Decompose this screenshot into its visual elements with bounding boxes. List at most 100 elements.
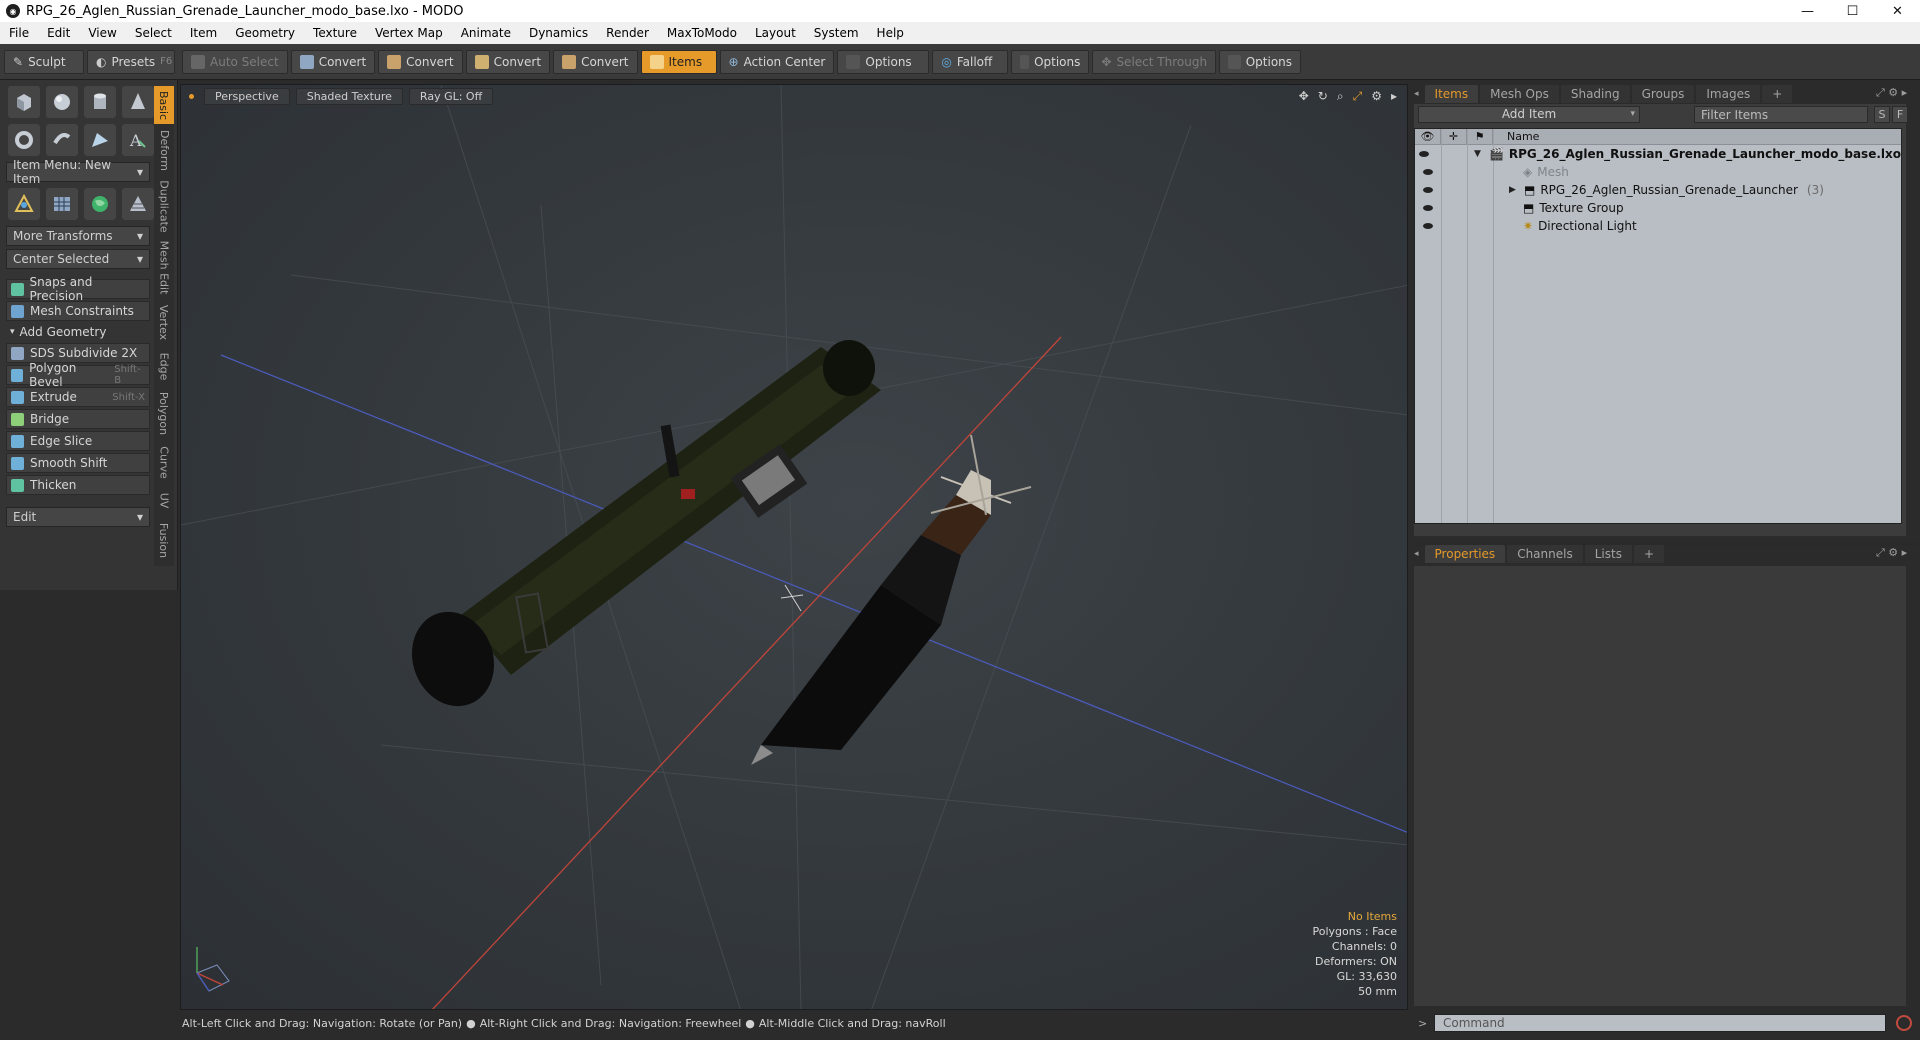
menu-system[interactable]: System bbox=[805, 26, 868, 40]
filter-f-button[interactable]: F bbox=[1892, 106, 1908, 123]
panel-menu-icon[interactable]: ◂ bbox=[1414, 89, 1419, 99]
pen-icon[interactable] bbox=[84, 124, 116, 156]
sculpt-button[interactable]: ✎ Sculpt bbox=[4, 49, 84, 74]
select-through-button[interactable]: ✥ Select Through bbox=[1092, 49, 1217, 74]
cylinder-icon[interactable] bbox=[84, 86, 116, 118]
3d-viewport[interactable]: Perspective Shaded Texture Ray GL: Off ✥… bbox=[180, 84, 1408, 1010]
perspective-button[interactable]: Perspective bbox=[204, 88, 290, 105]
menu-view[interactable]: View bbox=[79, 26, 125, 40]
panel-expand-icon[interactable]: ⤢ ⚙ ▸ bbox=[1876, 86, 1907, 100]
tab-groups[interactable]: Groups bbox=[1631, 85, 1695, 103]
menu-select[interactable]: Select bbox=[126, 26, 181, 40]
triangle-down-icon[interactable]: ▼ bbox=[1474, 149, 1484, 159]
eye-icon[interactable] bbox=[1415, 169, 1441, 175]
add-tab-button[interactable]: + bbox=[1762, 85, 1793, 103]
tab-images[interactable]: Images bbox=[1696, 85, 1761, 103]
tab-mesh-edit[interactable]: Mesh Edit bbox=[154, 238, 174, 296]
visibility-column-icon[interactable]: 👁 bbox=[1415, 128, 1441, 145]
menu-edit[interactable]: Edit bbox=[38, 26, 79, 40]
tab-edge[interactable]: Edge bbox=[154, 348, 174, 384]
add-geometry-section[interactable]: ▾ Add Geometry bbox=[6, 323, 150, 341]
gear-icon[interactable]: ⚙ bbox=[1371, 89, 1382, 104]
select-options-button[interactable]: Options bbox=[1219, 49, 1302, 74]
falloff-options-button[interactable]: Options bbox=[1011, 49, 1090, 74]
convert-polygons-button[interactable]: Convert bbox=[465, 49, 551, 74]
triangle-right-icon[interactable]: ▶ bbox=[1509, 185, 1519, 195]
render-column-icon[interactable]: ⚑ bbox=[1467, 128, 1493, 145]
eye-icon[interactable] bbox=[1415, 223, 1441, 229]
menu-layout[interactable]: Layout bbox=[746, 26, 805, 40]
eye-icon[interactable] bbox=[1415, 205, 1441, 211]
convert-edges-button[interactable]: Convert bbox=[378, 49, 463, 74]
extrude-button[interactable]: Extrude Shift-X bbox=[6, 387, 150, 407]
sds-subdivide-button[interactable]: SDS Subdivide 2X bbox=[6, 343, 150, 363]
tree-row-mesh[interactable]: ◈ Mesh bbox=[1415, 163, 1901, 181]
tab-mesh-ops[interactable]: Mesh Ops bbox=[1480, 85, 1559, 103]
tree-row-light[interactable]: ✷ Directional Light bbox=[1415, 217, 1901, 235]
cone-icon[interactable] bbox=[122, 86, 154, 118]
falloff-button[interactable]: ◎ Falloff bbox=[932, 49, 1009, 74]
sphere-icon[interactable] bbox=[46, 86, 78, 118]
thicken-button[interactable]: Thicken bbox=[6, 475, 150, 495]
stack-icon[interactable] bbox=[122, 188, 154, 220]
tree-row-texture-group[interactable]: ⬒ Texture Group bbox=[1415, 199, 1901, 217]
maximize-button[interactable]: ☐ bbox=[1830, 0, 1875, 22]
tab-curve[interactable]: Curve bbox=[154, 442, 174, 482]
panel-expand-icon[interactable]: ⤢ ⚙ ▸ bbox=[1876, 546, 1907, 560]
raygl-button[interactable]: Ray GL: Off bbox=[408, 88, 494, 105]
name-column-header[interactable]: Name bbox=[1493, 130, 1539, 143]
panel-menu-icon[interactable]: ◂ bbox=[1414, 549, 1419, 559]
add-item-dropdown[interactable]: Add Item ▾ bbox=[1418, 105, 1640, 123]
snaps-precision-button[interactable]: Snaps and Precision bbox=[6, 275, 150, 303]
action-center-options-button[interactable]: Options bbox=[837, 49, 930, 74]
filter-s-button[interactable]: S bbox=[1874, 106, 1890, 123]
pan-icon[interactable]: ✥ bbox=[1299, 89, 1309, 104]
menu-help[interactable]: Help bbox=[868, 26, 913, 40]
menu-texture[interactable]: Texture bbox=[304, 26, 366, 40]
tab-properties[interactable]: Properties bbox=[1424, 545, 1506, 563]
lock-column-icon[interactable]: ✛ bbox=[1441, 128, 1467, 145]
convert-items-button[interactable]: Convert bbox=[553, 49, 638, 74]
capsule-icon[interactable] bbox=[46, 124, 78, 156]
tab-channels[interactable]: Channels bbox=[1507, 545, 1583, 563]
grid-icon[interactable] bbox=[46, 188, 78, 220]
eye-icon[interactable] bbox=[1415, 187, 1441, 193]
menu-vertex-map[interactable]: Vertex Map bbox=[366, 26, 452, 40]
menu-animate[interactable]: Animate bbox=[452, 26, 520, 40]
tree-row-scene[interactable]: ▼ 🎬 RPG_26_Aglen_Russian_Grenade_Launche… bbox=[1415, 145, 1901, 163]
shading-mode-button[interactable]: Shaded Texture bbox=[295, 88, 403, 105]
items-mode-button[interactable]: Items bbox=[640, 49, 717, 74]
presets-button[interactable]: ◐ Presets F6 bbox=[87, 49, 175, 74]
tab-lists[interactable]: Lists bbox=[1584, 545, 1632, 563]
transform-icon[interactable] bbox=[8, 188, 40, 220]
expand-arrow-icon[interactable]: ▸ bbox=[1391, 89, 1397, 104]
action-center-button[interactable]: ⊕ Action Center bbox=[719, 49, 835, 74]
more-transforms-dropdown[interactable]: More Transforms ▾ bbox=[6, 226, 150, 246]
eye-icon[interactable] bbox=[1415, 151, 1433, 157]
bridge-button[interactable]: Bridge bbox=[6, 409, 150, 429]
torus-icon[interactable] bbox=[8, 124, 40, 156]
smooth-shift-button[interactable]: Smooth Shift bbox=[6, 453, 150, 473]
add-tab-button[interactable]: + bbox=[1633, 545, 1665, 563]
fit-icon[interactable]: ⤢ bbox=[1353, 89, 1363, 104]
auto-select-button[interactable]: Auto Select bbox=[182, 49, 288, 74]
menu-geometry[interactable]: Geometry bbox=[226, 26, 304, 40]
menu-maxtomodo[interactable]: MaxToModo bbox=[658, 26, 746, 40]
zoom-icon[interactable]: ⌕ bbox=[1337, 89, 1344, 104]
tab-vertex[interactable]: Vertex bbox=[154, 300, 174, 344]
record-icon[interactable] bbox=[1896, 1015, 1912, 1031]
globe-icon[interactable] bbox=[84, 188, 116, 220]
tree-row-group[interactable]: ▶ ⬒ RPG_26_Aglen_Russian_Grenade_Launche… bbox=[1415, 181, 1901, 199]
convert-vertices-button[interactable]: Convert bbox=[290, 49, 376, 74]
tab-deform[interactable]: Deform bbox=[154, 126, 174, 174]
menu-item[interactable]: Item bbox=[181, 26, 226, 40]
filter-items-input[interactable]: Filter Items bbox=[1694, 106, 1868, 123]
polygon-bevel-button[interactable]: Polygon Bevel Shift-B bbox=[6, 361, 150, 389]
tab-polygon[interactable]: Polygon bbox=[154, 388, 174, 438]
cube-icon[interactable] bbox=[8, 86, 40, 118]
item-menu-dropdown[interactable]: Item Menu: New Item ▾ bbox=[6, 158, 150, 186]
tab-duplicate[interactable]: Duplicate bbox=[154, 178, 174, 234]
menu-render[interactable]: Render bbox=[597, 26, 658, 40]
text-tool-icon[interactable]: A bbox=[122, 124, 154, 156]
command-input[interactable]: Command bbox=[1434, 1014, 1886, 1032]
